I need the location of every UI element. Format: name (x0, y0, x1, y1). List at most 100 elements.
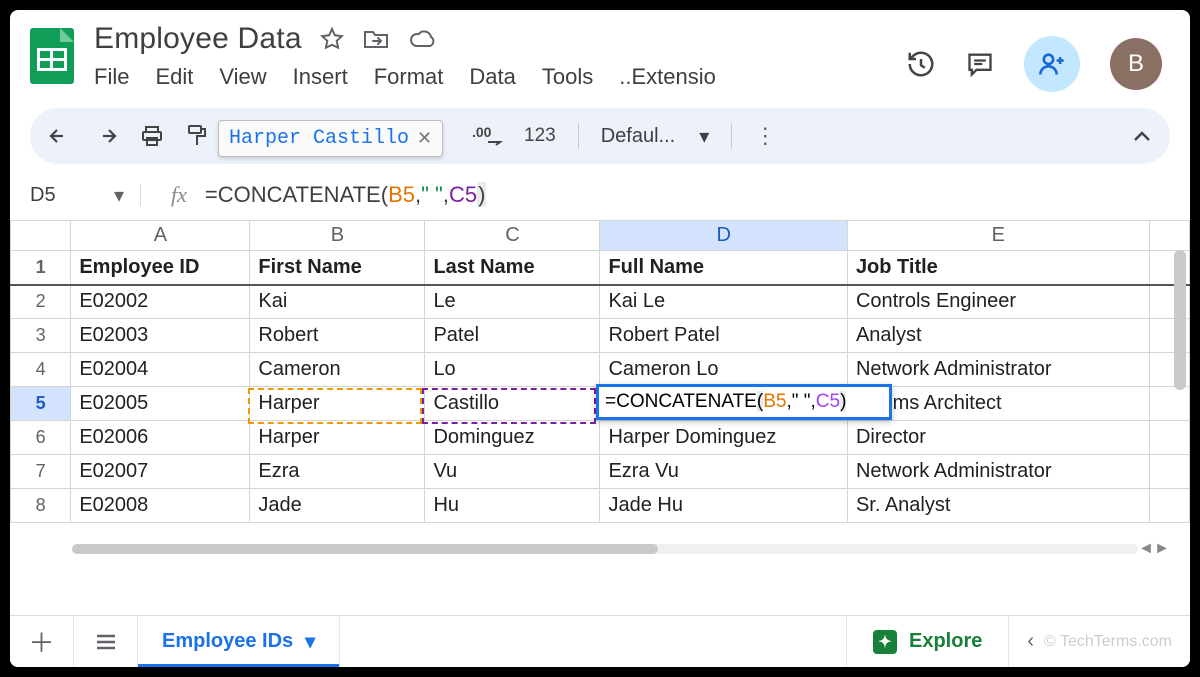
cell[interactable]: Cameron Lo (600, 353, 847, 387)
caret-down-icon[interactable]: ▾ (305, 629, 315, 654)
cell[interactable]: Vu (425, 455, 600, 489)
cell[interactable] (1149, 421, 1189, 455)
cell[interactable]: Employee ID (71, 251, 250, 285)
menu-extensions[interactable]: ..Extensio (619, 64, 716, 90)
col-header-a[interactable]: A (71, 221, 250, 251)
cell[interactable]: Castillo (425, 387, 600, 421)
cell[interactable]: Job Title (847, 251, 1149, 285)
cell[interactable]: Harper Dominguez (600, 421, 847, 455)
more-tools-button[interactable]: ⋮ (754, 123, 776, 149)
redo-button[interactable] (94, 126, 118, 146)
vertical-scrollbar[interactable] (1174, 250, 1186, 390)
row-header[interactable]: 5 (11, 387, 71, 421)
menu-edit[interactable]: Edit (155, 64, 193, 90)
font-select[interactable]: Defaul... ▾ (601, 124, 710, 149)
cell[interactable]: Cameron (250, 353, 425, 387)
cell[interactable]: Controls Engineer (847, 285, 1149, 319)
share-button[interactable] (1024, 36, 1080, 92)
sheet-tab-active[interactable]: Employee IDs ▾ (138, 616, 340, 667)
row-header[interactable]: 1 (11, 251, 71, 285)
cell[interactable] (1149, 455, 1189, 489)
formula-ref-c5: C5 (449, 182, 477, 207)
cell[interactable]: Network Administrator (847, 455, 1149, 489)
move-folder-icon[interactable] (362, 27, 390, 51)
col-header-d[interactable]: D (600, 221, 847, 251)
history-icon[interactable] (906, 49, 936, 79)
comments-icon[interactable] (966, 50, 994, 78)
explore-button[interactable]: ✦ Explore (846, 616, 1008, 667)
row-header[interactable]: 3 (11, 319, 71, 353)
cell[interactable]: E02003 (71, 319, 250, 353)
cell[interactable]: Robert (250, 319, 425, 353)
col-header-c[interactable]: C (425, 221, 600, 251)
cell[interactable]: Full Name (600, 251, 847, 285)
doc-title[interactable]: Employee Data (94, 22, 302, 56)
cell[interactable]: Analyst (847, 319, 1149, 353)
horizontal-scrollbar[interactable]: ◄ ► (72, 542, 1170, 556)
active-cell-editor[interactable]: =CONCATENATE(B5," ",C5) (596, 384, 892, 420)
col-header-extra[interactable] (1149, 221, 1189, 251)
cell[interactable]: Ezra (250, 455, 425, 489)
menu-tools[interactable]: Tools (542, 64, 593, 90)
cell[interactable]: E02006 (71, 421, 250, 455)
menu-view[interactable]: View (219, 64, 266, 90)
tab-scroll-left-button[interactable]: ‹ (1027, 630, 1034, 653)
cell[interactable]: First Name (250, 251, 425, 285)
row-header[interactable]: 4 (11, 353, 71, 387)
row-header[interactable]: 7 (11, 455, 71, 489)
scroll-left-button[interactable]: ◄ (1138, 542, 1154, 556)
cell[interactable]: Patel (425, 319, 600, 353)
cell[interactable]: Sr. Analyst (847, 489, 1149, 523)
menu-data[interactable]: Data (469, 64, 515, 90)
name-box[interactable]: D5 ▾ (30, 183, 130, 208)
cell[interactable]: ystems Architect (847, 387, 1149, 421)
close-preview-button[interactable]: ✕ (417, 128, 432, 149)
cell[interactable]: Jade (250, 489, 425, 523)
cell[interactable]: Kai Le (600, 285, 847, 319)
spreadsheet-grid[interactable]: A B C D E 1Employee IDFirst NameLast Nam… (10, 220, 1190, 523)
cell[interactable]: Robert Patel (600, 319, 847, 353)
cell[interactable]: Dominguez (425, 421, 600, 455)
row-header[interactable]: 2 (11, 285, 71, 319)
select-all-corner[interactable] (11, 221, 71, 251)
cell-str: " " (792, 391, 811, 412)
cloud-status-icon[interactable] (408, 28, 438, 50)
row-header[interactable]: 8 (11, 489, 71, 523)
cell[interactable]: Jade Hu (600, 489, 847, 523)
cell[interactable]: E02004 (71, 353, 250, 387)
cell[interactable]: Last Name (425, 251, 600, 285)
menu-insert[interactable]: Insert (293, 64, 348, 90)
formula-bar-input[interactable]: =CONCATENATE(B5," ",C5) (205, 182, 487, 208)
cell[interactable]: E02002 (71, 285, 250, 319)
cell[interactable]: Network Administrator (847, 353, 1149, 387)
cell[interactable]: Kai (250, 285, 425, 319)
cell[interactable]: Harper (250, 421, 425, 455)
star-icon[interactable] (320, 27, 344, 51)
cell[interactable]: Ezra Vu (600, 455, 847, 489)
cell[interactable]: Director (847, 421, 1149, 455)
row-header[interactable]: 6 (11, 421, 71, 455)
increase-decimal-button[interactable]: .00 (472, 125, 502, 147)
scroll-right-button[interactable]: ► (1154, 542, 1170, 556)
col-header-e[interactable]: E (847, 221, 1149, 251)
paint-format-button[interactable] (186, 124, 208, 148)
menu-format[interactable]: Format (374, 64, 444, 90)
format-number-button[interactable]: 123 (524, 125, 556, 147)
cell[interactable]: E02005 (71, 387, 250, 421)
cell[interactable] (1149, 489, 1189, 523)
cell[interactable]: Lo (425, 353, 600, 387)
undo-button[interactable] (48, 126, 72, 146)
cell[interactable]: Harper (250, 387, 425, 421)
all-sheets-button[interactable] (74, 616, 138, 667)
cell[interactable]: E02008 (71, 489, 250, 523)
cell[interactable] (1149, 387, 1189, 421)
col-header-b[interactable]: B (250, 221, 425, 251)
account-avatar[interactable]: B (1110, 38, 1162, 90)
collapse-toolbar-button[interactable] (1132, 129, 1152, 143)
cell[interactable]: Hu (425, 489, 600, 523)
print-button[interactable] (140, 124, 164, 148)
cell[interactable]: E02007 (71, 455, 250, 489)
add-sheet-button[interactable]: ＋ (10, 616, 74, 667)
menu-file[interactable]: File (94, 64, 129, 90)
cell[interactable]: Le (425, 285, 600, 319)
